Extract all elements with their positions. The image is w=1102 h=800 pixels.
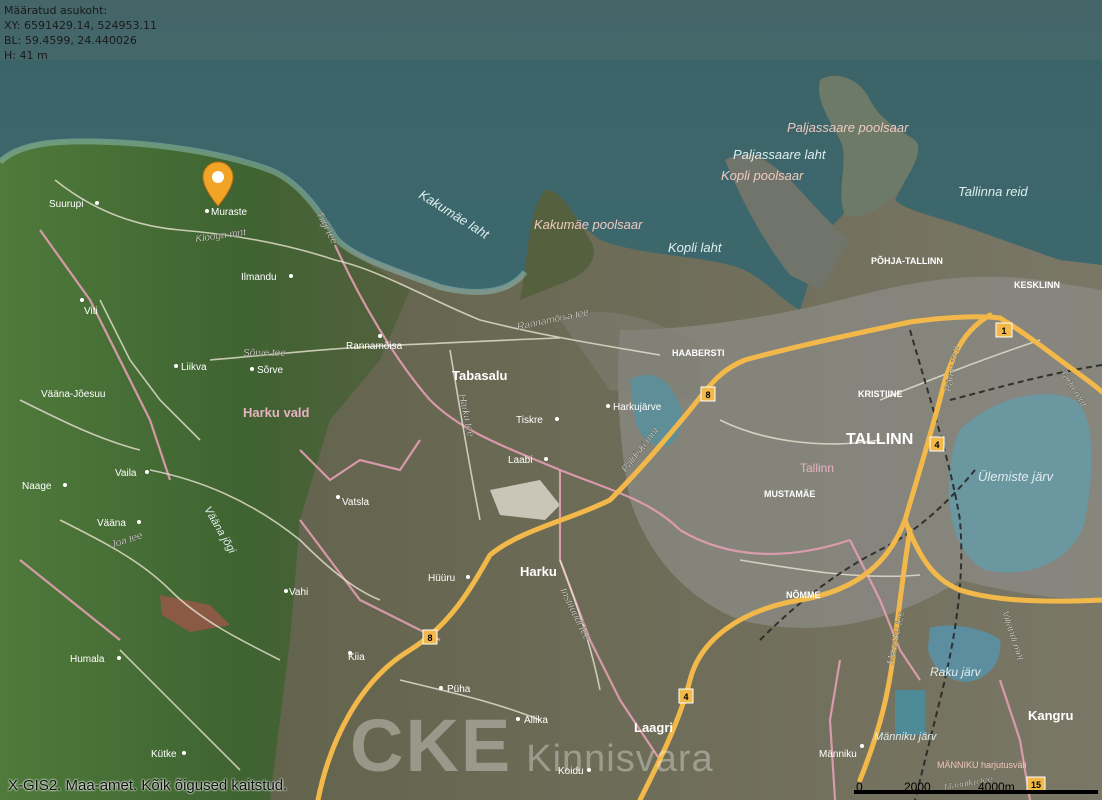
svg-text:Liikva: Liikva: [181, 362, 207, 373]
label-tallinna-reid: Tallinna reid: [958, 184, 1028, 199]
village-muraste: Muraste: [205, 207, 248, 218]
label-manniku-harjutusvali: MÄNNIKU harjutusväli: [937, 760, 1027, 770]
svg-text:Püha: Püha: [447, 684, 471, 695]
location-info-title: Määratud asukoht:: [4, 4, 108, 17]
svg-text:Tiskre: Tiskre: [516, 415, 543, 426]
map-canvas[interactable]: 1 4 4 8 8 15 Kakumäe laht Kakumäe poolsa…: [0, 0, 1102, 800]
svg-text:Suurupi: Suurupi: [49, 199, 83, 210]
location-info-panel: Määratud asukoht: XY: 6591429.14, 524953…: [4, 3, 157, 63]
label-raku-jarv: Raku järv: [930, 665, 982, 679]
label-tallinn: Tallinn: [800, 461, 834, 475]
label-sorve-tee: Sõrve tee: [243, 348, 286, 359]
svg-text:Sõrve: Sõrve: [257, 365, 284, 376]
road-shield-8a: 8: [700, 386, 716, 402]
svg-text:Vahi: Vahi: [289, 587, 308, 598]
svg-text:Rannamõisa: Rannamõisa: [346, 341, 403, 352]
label-kangru: Kangru: [1028, 708, 1074, 723]
label-nomme: NÕMME: [786, 590, 821, 600]
svg-text:Vaila: Vaila: [115, 468, 137, 479]
label-paljassaare-laht: Paljassaare laht: [733, 147, 827, 162]
svg-text:Vatsla: Vatsla: [342, 497, 369, 508]
label-manniku-jarv: Männiku järv: [874, 731, 938, 743]
label-harku-vald: Harku vald: [243, 405, 310, 420]
label-kopli-laht: Kopli laht: [668, 240, 723, 255]
scale-line: [854, 790, 1098, 794]
label-mustamae: MUSTAMÄE: [764, 489, 815, 499]
label-ulemiste-jarv: Ülemiste järv: [978, 469, 1055, 484]
manniku-lake: [895, 690, 925, 735]
village-harkujarve: Harkujärve: [606, 402, 662, 413]
label-harku: Harku: [520, 564, 557, 579]
village-vatsla: Vatsla: [336, 495, 369, 508]
svg-text:Laabi: Laabi: [508, 455, 532, 466]
location-height: H: 41 m: [4, 49, 48, 62]
svg-text:Kiia: Kiia: [348, 652, 365, 663]
village-kiia: Kiia: [348, 651, 365, 663]
svg-text:Vääna-Jõesuu: Vääna-Jõesuu: [41, 389, 106, 400]
svg-text:Kütke: Kütke: [151, 749, 177, 760]
svg-text:Männiku: Männiku: [819, 749, 857, 760]
location-bl: BL: 59.4599, 24.440026: [4, 34, 137, 47]
label-kristiine: KRISTIINE: [858, 389, 903, 399]
village-vaana-joesuu: Vääna-Jõesuu: [41, 389, 106, 400]
label-laagri: Laagri: [634, 720, 673, 735]
scale-bar: 0 2000 4000m: [850, 774, 1100, 800]
svg-text:Allika: Allika: [524, 715, 548, 726]
location-pin-icon[interactable]: [201, 160, 235, 208]
svg-text:4: 4: [683, 692, 688, 702]
svg-text:8: 8: [427, 633, 432, 643]
label-haabersti: HAABERSTI: [672, 348, 725, 358]
label-paljassaare-poolsaar: Paljassaare poolsaar: [787, 120, 909, 135]
label-tallinn-caps: TALLINN: [846, 431, 913, 448]
svg-text:Hüüru: Hüüru: [428, 573, 455, 584]
top-imagery-strip: [0, 0, 1102, 60]
label-kopli-poolsaar: Kopli poolsaar: [721, 168, 804, 183]
road-shield-4b: 4: [678, 688, 694, 704]
svg-text:Vääna: Vääna: [97, 518, 126, 529]
svg-text:1: 1: [1001, 326, 1006, 336]
svg-text:Muraste: Muraste: [211, 207, 248, 218]
label-kakumae-poolsaar: Kakumäe poolsaar: [534, 217, 643, 232]
svg-text:Viti: Viti: [84, 306, 98, 317]
svg-text:Naage: Naage: [22, 481, 52, 492]
svg-text:Koidu: Koidu: [558, 766, 584, 777]
copyright-text: X-GIS2. Maa-amet. Kõik õigused kaitstud.: [8, 777, 288, 794]
svg-text:4: 4: [934, 440, 939, 450]
svg-text:Ilmandu: Ilmandu: [241, 272, 277, 283]
road-shield-8b: 8: [422, 629, 438, 645]
label-kesklinn: KESKLINN: [1014, 280, 1060, 290]
svg-text:Harkujärve: Harkujärve: [613, 402, 662, 413]
label-tabasalu: Tabasalu: [452, 368, 507, 383]
road-shield-4a: 4: [929, 436, 945, 452]
svg-text:8: 8: [705, 390, 710, 400]
road-shield-1: 1: [995, 322, 1013, 338]
location-xy: XY: 6591429.14, 524953.11: [4, 19, 157, 32]
label-pohja-tallinn: PÕHJA-TALLINN: [871, 256, 943, 266]
svg-text:Humala: Humala: [70, 654, 105, 665]
